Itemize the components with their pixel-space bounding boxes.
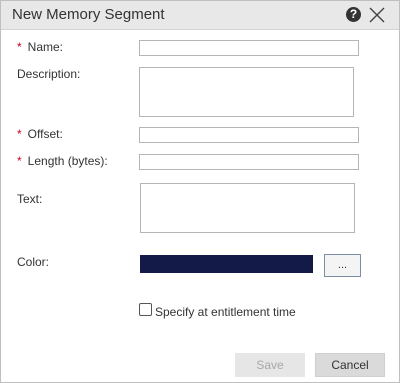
text-textarea[interactable] (140, 183, 355, 233)
required-marker: * (17, 127, 22, 141)
description-textarea[interactable] (139, 67, 354, 117)
dialog-titlebar: New Memory Segment ? (1, 1, 399, 30)
help-icon[interactable]: ? (346, 7, 361, 22)
color-label: Color: (17, 255, 50, 269)
required-marker: * (17, 154, 22, 168)
offset-label: * Offset: (17, 127, 63, 141)
color-picker-button[interactable]: ... (324, 254, 361, 277)
cancel-button[interactable]: Cancel (315, 353, 385, 377)
offset-input[interactable] (139, 127, 359, 143)
save-button[interactable]: Save (235, 353, 305, 377)
length-input[interactable] (139, 154, 359, 170)
name-input[interactable] (139, 40, 359, 56)
required-marker: * (17, 40, 22, 54)
description-label: Description: (17, 67, 81, 81)
close-icon[interactable] (368, 6, 386, 24)
text-label: Text: (17, 192, 43, 206)
name-label: * Name: (17, 40, 64, 54)
new-memory-segment-dialog: New Memory Segment ? * Name: Description:… (0, 0, 400, 383)
length-label: * Length (bytes): (17, 154, 108, 168)
specify-at-entitlement-label[interactable]: Specify at entitlement time (155, 305, 296, 319)
specify-at-entitlement-checkbox[interactable] (139, 303, 152, 316)
dialog-title: New Memory Segment (12, 6, 165, 23)
color-swatch[interactable] (140, 255, 313, 273)
